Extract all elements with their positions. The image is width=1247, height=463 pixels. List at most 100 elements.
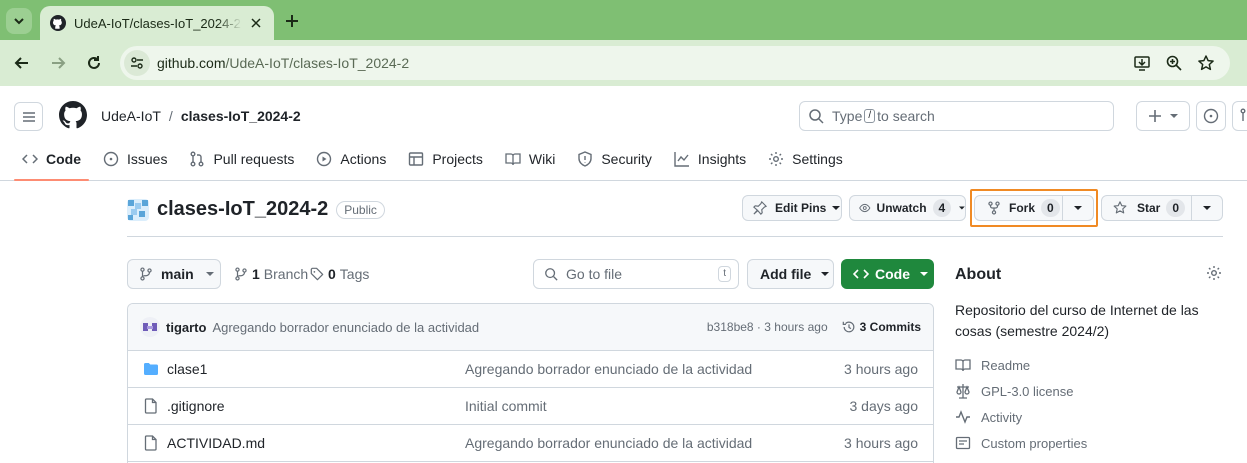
- tab-actions[interactable]: Actions: [308, 143, 394, 175]
- tab-pull-requests-label: Pull requests: [213, 151, 295, 167]
- file-name[interactable]: ACTIVIDAD.md: [167, 435, 457, 451]
- fork-button-group: Fork 0: [974, 195, 1094, 221]
- global-nav-menu-button[interactable]: [14, 102, 43, 131]
- github-logo-icon[interactable]: [59, 101, 87, 129]
- file-name[interactable]: .gitignore: [167, 398, 457, 414]
- tags-link[interactable]: 0 Tags: [310, 266, 369, 282]
- commit-sha-age[interactable]: b318be8 · 3 hours ago: [707, 320, 828, 334]
- file-table: tigarto Agregando borrador enunciado de …: [127, 303, 934, 463]
- custom-properties-link[interactable]: Custom properties: [955, 435, 1087, 451]
- divider: [127, 236, 1223, 237]
- commit-author[interactable]: tigarto: [166, 320, 206, 335]
- search-icon: [545, 268, 558, 281]
- activity-label: Activity: [981, 409, 1023, 425]
- repo-title: clases-IoT_2024-2 Public: [127, 198, 385, 221]
- url-text[interactable]: github.com/UdeA-IoT/clases-IoT_2024-2: [157, 55, 409, 71]
- tab-security-label: Security: [601, 151, 652, 167]
- go-to-file-input[interactable]: Go to file t: [533, 259, 739, 289]
- tab-wiki[interactable]: Wiki: [497, 143, 563, 175]
- site-info-icon[interactable]: [124, 50, 150, 76]
- star-count: 0: [1166, 199, 1186, 217]
- caret-down-icon: [205, 272, 214, 276]
- star-button-group: Star 0: [1101, 195, 1223, 221]
- book-icon: [505, 153, 521, 166]
- commit-message[interactable]: Agregando borrador enunciado de la activ…: [212, 320, 479, 335]
- reload-button[interactable]: [81, 50, 107, 76]
- pulse-icon: [956, 410, 970, 424]
- edit-pins-button[interactable]: Edit Pins: [742, 195, 842, 221]
- code-button-label: Code: [875, 266, 910, 282]
- star-dropdown-button[interactable]: [1192, 196, 1222, 220]
- fork-label: Fork: [1009, 201, 1036, 215]
- branches-link[interactable]: 1 Branch: [234, 266, 308, 282]
- chevron-down-icon: [14, 18, 24, 25]
- pull-request-icon: [1240, 108, 1246, 121]
- fork-dropdown-button[interactable]: [1063, 196, 1093, 220]
- gear-icon: [769, 152, 784, 166]
- new-tab-button[interactable]: [280, 9, 304, 33]
- search-shortcut-key: /: [864, 109, 876, 123]
- tags-label: Tags: [339, 266, 370, 282]
- tab-issues[interactable]: Issues: [95, 143, 175, 175]
- repo-name[interactable]: clases-IoT_2024-2: [157, 198, 328, 221]
- caret-down-icon: [1203, 206, 1212, 210]
- address-bar[interactable]: github.com/UdeA-IoT/clases-IoT_2024-2: [120, 46, 1230, 80]
- back-button[interactable]: [9, 50, 35, 76]
- branch-name: main: [161, 266, 194, 282]
- file-commit-message[interactable]: Agregando borrador enunciado de la activ…: [465, 435, 752, 451]
- gear-icon[interactable]: [1206, 265, 1222, 281]
- tab-settings[interactable]: Settings: [760, 143, 851, 175]
- code-icon: [22, 154, 38, 164]
- tab-security[interactable]: Security: [569, 143, 660, 175]
- star-button[interactable]: Star 0: [1102, 196, 1191, 220]
- license-link[interactable]: GPL-3.0 license: [955, 383, 1074, 399]
- custom-properties-label: Custom properties: [981, 435, 1088, 451]
- repo-owner-avatar[interactable]: [127, 198, 149, 221]
- github-header: UdeA-IoT / clases-IoT_2024-2 Type / to s…: [0, 86, 1247, 181]
- breadcrumb-repo[interactable]: clases-IoT_2024-2: [181, 108, 301, 124]
- pull-request-icon: [190, 151, 204, 167]
- author-avatar[interactable]: [140, 317, 160, 337]
- code-button[interactable]: Code: [841, 259, 934, 289]
- tab-wiki-label: Wiki: [528, 151, 556, 167]
- tab-code[interactable]: Code: [14, 143, 89, 181]
- file-commit-message[interactable]: Initial commit: [465, 398, 547, 414]
- breadcrumb-owner[interactable]: UdeA-IoT: [101, 108, 161, 124]
- graph-icon: [674, 152, 689, 167]
- bookmark-star-icon[interactable]: [1194, 51, 1218, 75]
- fork-button[interactable]: Fork 0: [975, 196, 1062, 220]
- activity-link[interactable]: Activity: [955, 409, 1022, 425]
- arrow-right-icon: [52, 57, 66, 69]
- add-file-label: Add file: [760, 266, 812, 282]
- reload-icon: [88, 56, 100, 69]
- search-input[interactable]: Type / to search: [799, 101, 1114, 131]
- branch-selector[interactable]: main: [127, 259, 221, 289]
- tab-search-button[interactable]: [6, 8, 32, 34]
- unwatch-label: Unwatch: [876, 201, 927, 215]
- commits-link[interactable]: 3 Commits: [842, 320, 921, 334]
- file-name[interactable]: clase1: [167, 361, 457, 377]
- zoom-icon[interactable]: [1162, 51, 1186, 75]
- caret-down-icon: [1074, 206, 1083, 210]
- law-icon: [956, 384, 970, 399]
- caret-down-icon: [1170, 114, 1178, 118]
- tab-pull-requests[interactable]: Pull requests: [181, 143, 302, 175]
- commits-count: 3 Commits: [859, 320, 921, 334]
- close-icon[interactable]: [248, 15, 264, 31]
- your-pull-requests-button[interactable]: [1232, 101, 1247, 131]
- tab-projects[interactable]: Projects: [400, 143, 491, 175]
- forward-button[interactable]: [45, 50, 71, 76]
- readme-link[interactable]: Readme: [955, 357, 1030, 373]
- history-icon: [842, 321, 855, 333]
- tab-insights[interactable]: Insights: [666, 143, 754, 175]
- go-to-file-placeholder: Go to file: [566, 266, 623, 282]
- install-app-icon[interactable]: [1130, 51, 1154, 75]
- create-new-button[interactable]: [1136, 101, 1190, 131]
- git-branch-icon: [140, 267, 152, 281]
- add-file-button[interactable]: Add file: [747, 259, 834, 289]
- book-icon: [955, 359, 971, 372]
- unwatch-button[interactable]: Unwatch 4: [849, 195, 966, 221]
- file-commit-message[interactable]: Agregando borrador enunciado de la activ…: [465, 361, 752, 377]
- your-issues-button[interactable]: [1196, 101, 1226, 131]
- browser-tab[interactable]: UdeA-IoT/clases-IoT_2024-2: Re: [40, 6, 274, 40]
